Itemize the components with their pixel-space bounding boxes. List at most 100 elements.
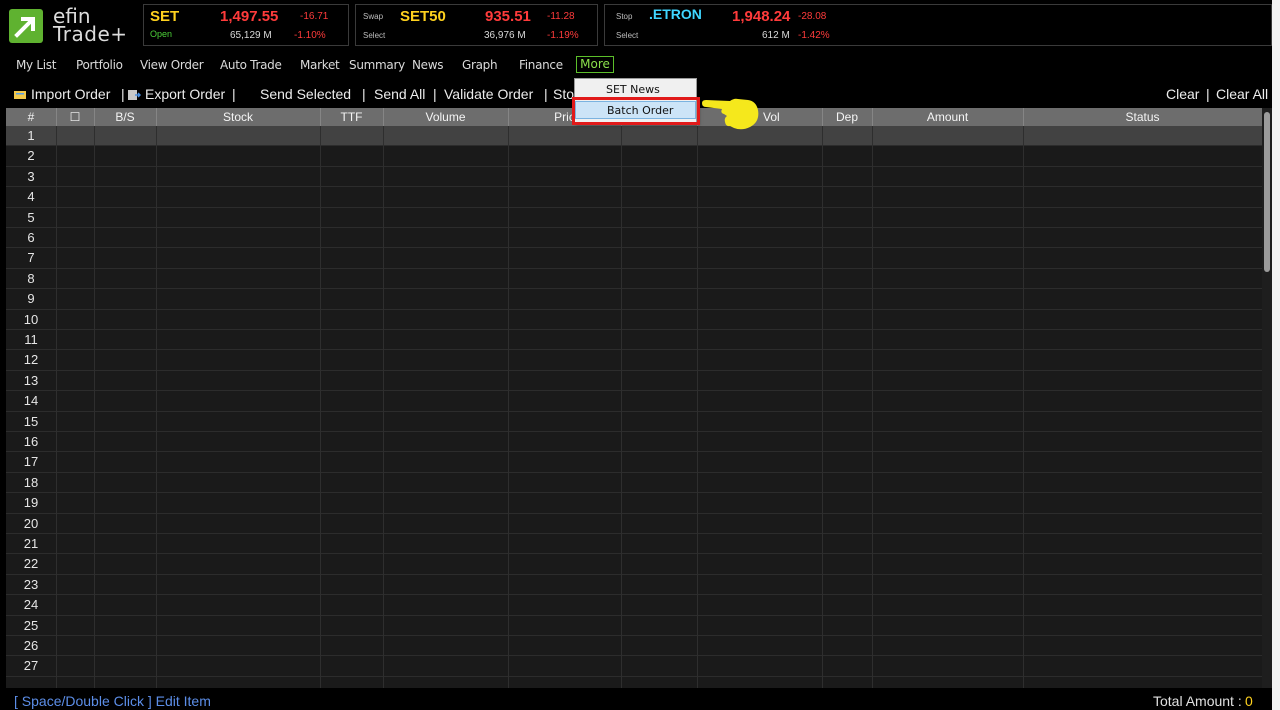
total-amount-value: 0 [1245,693,1253,709]
row-number: 2 [27,148,35,164]
table-row[interactable]: 8 [6,269,1262,290]
header-divider [320,108,321,126]
column-divider [156,126,157,688]
scrollbar-thumb[interactable] [1264,112,1270,272]
table-row[interactable]: 26 [6,636,1262,657]
toolbar-separator: | [232,86,236,102]
edit-item-hint: [ Space/Double Click ] Edit Item [14,693,211,709]
menu-view-order[interactable]: View Order [140,52,204,78]
header-bar: efin Trade+ SET Open 1,497.55 -16.71 65,… [0,0,1272,50]
table-row[interactable]: 22 [6,554,1262,575]
import-order-button[interactable]: Import Order [14,82,110,106]
table-row[interactable]: 11 [6,330,1262,351]
index-percent: -1.19% [547,30,579,41]
index-box-set50[interactable]: Swap Select SET50 935.51 -11.28 36,976 M… [355,4,598,46]
menu-market[interactable]: Market [300,52,340,78]
swap-label[interactable]: Swap [363,12,383,21]
menu-finance[interactable]: Finance [519,52,563,78]
table-row[interactable]: 2 [6,146,1262,167]
row-number: 6 [27,230,35,245]
table-row[interactable]: 15 [6,412,1262,432]
table-row[interactable]: 19 [6,493,1262,514]
index-percent: -1.10% [294,30,326,41]
table-row[interactable]: 16 [6,432,1262,453]
validate-order-button[interactable]: Validate Order [444,82,533,106]
select-label[interactable]: Select [363,31,385,40]
logo-text-bottom: Trade+ [53,22,128,46]
send-all-button[interactable]: Send All [374,82,425,106]
menu-summary[interactable]: Summary [349,52,405,78]
header-divider [156,108,157,126]
table-row[interactable]: 13 [6,371,1262,392]
menu-more[interactable]: More [576,56,614,73]
menu-my-list[interactable]: My List [16,52,56,78]
toolbar-separator: | [1206,86,1210,102]
table-row[interactable]: 3 [6,167,1262,188]
clear-button[interactable]: Clear [1166,82,1199,106]
menu-portfolio[interactable]: Portfolio [76,52,123,78]
header-divider [94,108,95,126]
row-number: 1 [27,128,35,143]
logo-arrow-icon [9,9,43,43]
table-row[interactable]: 6 [6,228,1262,249]
import-icon [14,91,26,99]
menu-auto-trade[interactable]: Auto Trade [220,52,282,78]
table-row[interactable]: 10 [6,310,1262,330]
clear-all-button[interactable]: Clear All [1216,82,1268,106]
row-number: 26 [23,638,39,653]
table-row[interactable]: 17 [6,452,1262,473]
batch-order-grid[interactable]: # ☐ B/S Stock TTF Volume Pric Vol Dep Am… [6,108,1262,688]
table-row[interactable]: 4 [6,187,1262,208]
stop-button[interactable]: Sto [553,82,574,106]
index-box-set[interactable]: SET Open 1,497.55 -16.71 65,129 M -1.10% [143,4,349,46]
table-row[interactable]: 1 [6,126,1262,147]
index-name: SET [150,8,180,25]
stop-label[interactable]: Stop [616,12,632,21]
header-divider [56,108,57,126]
index-change: -28.08 [798,11,827,22]
column-divider [1023,126,1024,688]
menu-graph[interactable]: Graph [462,52,498,78]
header-divider [1023,108,1024,126]
row-number: 17 [23,454,39,470]
grid-scrollbar[interactable] [1262,108,1272,688]
column-divider [508,126,509,688]
toolbar-separator: | [121,86,125,102]
table-row[interactable]: 21 [6,534,1262,555]
table-row[interactable]: 14 [6,391,1262,412]
table-row[interactable]: 9 [6,289,1262,310]
table-row[interactable]: 27 [6,656,1262,677]
col-select-all-checkbox[interactable]: ☐ [56,108,94,126]
index-price: 935.51 [485,8,531,25]
table-row[interactable]: 20 [6,514,1262,534]
window-edge [1272,0,1280,710]
table-row[interactable]: 23 [6,575,1262,596]
table-row[interactable]: 12 [6,350,1262,371]
table-row[interactable]: 18 [6,473,1262,494]
row-number: 27 [23,658,39,674]
send-selected-button[interactable]: Send Selected [260,82,351,106]
row-number: 19 [23,495,39,511]
status-bar: [ Space/Double Click ] Edit Item Total A… [0,692,1272,710]
row-number: 3 [27,168,35,184]
table-row[interactable]: 25 [6,616,1262,636]
col-volume: Volume [425,110,466,124]
index-change: -11.28 [547,11,575,22]
row-number: 25 [23,617,39,633]
index-box-etron[interactable]: Stop Select .ETRON 1,948.24 -28.08 612 M… [604,4,1272,46]
col-row-number: # [27,110,35,124]
select-label[interactable]: Select [616,31,638,40]
main-menu: My List Portfolio View Order Auto Trade … [0,52,1272,78]
index-volume: 36,976 M [484,30,526,41]
column-divider [383,126,384,688]
toolbar-separator: | [362,86,366,102]
index-volume: 65,129 M [230,30,272,41]
table-row[interactable]: 5 [6,208,1262,228]
export-order-button[interactable]: Export Order [128,82,225,106]
table-row[interactable]: 24 [6,595,1262,616]
row-number: 7 [27,250,35,266]
row-number: 13 [23,372,39,388]
row-number: 8 [27,270,35,286]
table-row[interactable]: 7 [6,248,1262,269]
menu-news[interactable]: News [412,52,444,78]
